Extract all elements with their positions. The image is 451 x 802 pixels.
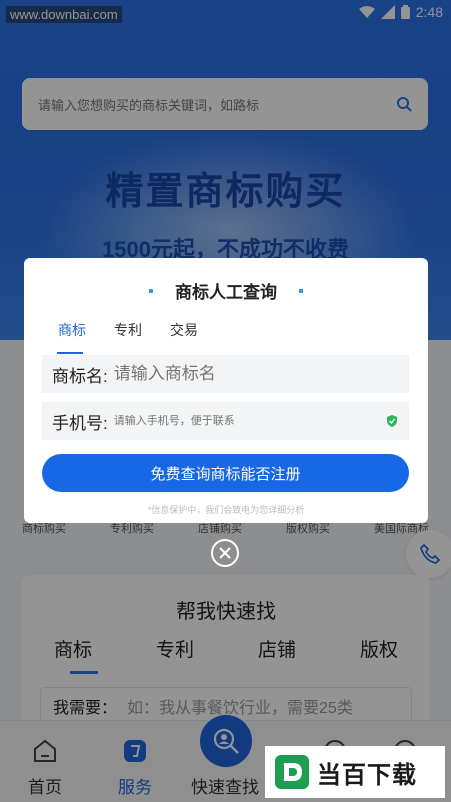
modal-tab-patent[interactable]: 专利: [114, 320, 142, 340]
modal-header: 商标人工查询: [24, 278, 428, 303]
phone-label: 手机号:: [52, 413, 108, 433]
modal-tab-trademark[interactable]: 商标: [58, 320, 86, 340]
modal-tabs: 商标 专利 交易: [58, 320, 198, 340]
modal-tab-trade[interactable]: 交易: [170, 320, 198, 340]
phone-input[interactable]: [113, 415, 385, 427]
brand-text: 当百下载: [317, 761, 417, 789]
brand-logo-icon: [275, 755, 309, 789]
modal-tab-indicator: [57, 352, 83, 354]
brand-watermark: 当百下载: [265, 746, 445, 798]
trademark-query-modal: 商标人工查询 商标 专利 交易 商标名: 手机号: 免费查询商标能否注册 *信息…: [24, 258, 428, 523]
phone-field: 手机号:: [42, 402, 409, 440]
title-dot-right: [299, 288, 303, 293]
shield-check-icon: [387, 415, 397, 427]
trademark-name-field: 商标名:: [42, 355, 409, 393]
free-query-button[interactable]: 免费查询商标能否注册: [42, 454, 409, 492]
trademark-name-input[interactable]: [113, 364, 399, 384]
title-dot-left: [149, 288, 153, 293]
trademark-name-label: 商标名:: [52, 366, 108, 386]
modal-close-button[interactable]: [211, 539, 239, 567]
close-icon: [219, 547, 231, 559]
modal-title: 商标人工查询: [175, 283, 277, 302]
privacy-note: *信息保护中，我们会致电为您详细分析: [147, 505, 305, 515]
